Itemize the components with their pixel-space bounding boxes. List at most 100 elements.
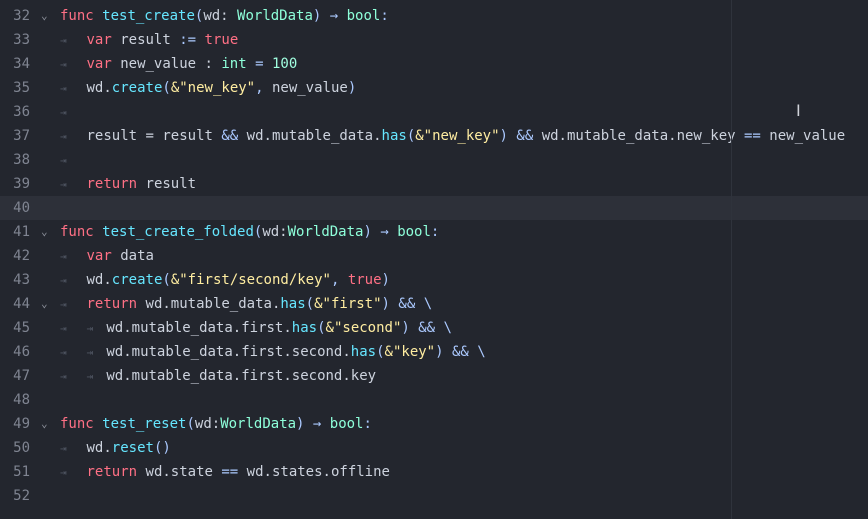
code-text: ⇥ ⇥ wd.mutable_data.first.second.key	[60, 364, 376, 389]
code-token: :	[380, 8, 389, 24]
code-token: =	[246, 56, 272, 72]
code-text: func test_create_folded(wd:WorldData) → …	[60, 220, 439, 244]
code-line[interactable]: 43 ⇥ wd.create(&"first/second/key", true)	[0, 268, 868, 292]
line-number: 52	[13, 488, 30, 504]
line-number: 45	[13, 320, 30, 336]
code-line[interactable]: 32 ⌄ func test_create(wd: WorldData) → boo…	[0, 4, 868, 28]
code-token: (	[317, 320, 326, 336]
code-text: ⇥ result = result && wd.mutable_data.has…	[60, 124, 845, 149]
code-token: true	[204, 32, 239, 48]
code-token: result = result	[86, 128, 222, 144]
code-line[interactable]: 36 ⇥	[0, 100, 868, 124]
fold-chevron-icon[interactable]: ⌄	[41, 4, 53, 28]
code-line[interactable]: 45 ⇥ ⇥ wd.mutable_data.first.has(&"second…	[0, 316, 868, 340]
fold-chevron-icon[interactable]: ⌄	[41, 292, 53, 316]
line-number: 50	[13, 440, 30, 456]
line-number: 43	[13, 272, 30, 288]
code-token: ) && \	[381, 296, 433, 312]
code-token: wd.	[86, 272, 112, 288]
code-token: ,	[330, 272, 348, 288]
indent-marker-icon: ⇥	[60, 466, 87, 479]
fold-chevron-icon[interactable]: ⌄	[41, 220, 53, 244]
code-text: func test_create(wd: WorldData) → bool:	[60, 4, 389, 28]
code-token: (	[162, 80, 171, 96]
line-number: 38	[13, 152, 30, 168]
line-number: 41	[13, 224, 30, 240]
code-token: (	[186, 416, 195, 432]
code-line[interactable]: 52	[0, 484, 868, 508]
code-line[interactable]: 50 ⇥ wd.reset()	[0, 436, 868, 460]
code-line[interactable]: 48	[0, 388, 868, 412]
code-line[interactable]: 33 ⇥ var result := true	[0, 28, 868, 52]
code-text: ⇥ ⇥ wd.mutable_data.first.has(&"second")…	[60, 316, 452, 341]
code-token: (	[406, 128, 416, 144]
code-text: ⇥ ⇥ wd.mutable_data.first.second.has(&"k…	[60, 340, 486, 365]
code-token: new_value	[271, 80, 348, 96]
code-token: return	[86, 176, 146, 192]
code-token: reset	[111, 440, 154, 456]
text-cursor-icon: I	[796, 101, 801, 120]
code-token: wd.mutable_data.new_key	[541, 128, 744, 144]
code-line[interactable]: 37 ⇥ result = result && wd.mutable_data.h…	[0, 124, 868, 148]
line-number: 33	[13, 32, 30, 48]
code-line[interactable]: 38 ⇥	[0, 148, 868, 172]
code-text: func test_reset(wd:WorldData) → bool:	[60, 412, 372, 436]
code-token: result	[120, 32, 180, 48]
code-token: &"new_key"	[170, 80, 256, 96]
code-line[interactable]: 44 ⌄ ⇥ return wd.mutable_data.has(&"first"…	[0, 292, 868, 316]
line-number: 40	[13, 200, 30, 216]
code-line[interactable]: 47 ⇥ ⇥ wd.mutable_data.first.second.key	[0, 364, 868, 388]
line-number: 34	[13, 56, 30, 72]
fold-chevron-icon[interactable]: ⌄	[41, 412, 53, 436]
code-token: WorldData	[220, 416, 297, 432]
line-number: 35	[13, 80, 30, 96]
code-editor[interactable]: 32 ⌄ func test_create(wd: WorldData) → boo…	[0, 4, 868, 508]
code-token: ==	[744, 128, 770, 144]
code-token: :	[430, 224, 440, 240]
code-token: create	[111, 80, 163, 96]
code-token: has	[350, 344, 377, 360]
line-number: 44	[13, 296, 30, 312]
code-token: int	[221, 56, 247, 72]
indent-marker-icon: ⇥	[60, 34, 87, 47]
code-line[interactable]: 39 ⇥ return result	[0, 172, 868, 196]
code-line[interactable]: 46 ⇥ ⇥ wd.mutable_data.first.second.has(&…	[0, 340, 868, 364]
code-token: wd:	[194, 416, 221, 432]
code-token: &"key"	[384, 344, 436, 360]
line-length-guide	[731, 0, 732, 519]
code-token: new_value	[769, 128, 846, 144]
code-text: ⇥ wd.reset()	[60, 436, 171, 461]
code-line[interactable]: 49 ⌄ func test_reset(wd:WorldData) → bool:	[0, 412, 868, 436]
code-text: ⇥ return wd.state == wd.states.offline	[60, 460, 390, 485]
line-number: 37	[13, 128, 30, 144]
code-token: wd.mutable_data.	[246, 128, 382, 144]
code-token: ) →	[312, 8, 347, 24]
code-line[interactable]: 51 ⇥ return wd.state == wd.states.offline	[0, 460, 868, 484]
code-line[interactable]: 42 ⇥ var data	[0, 244, 868, 268]
code-token: data	[120, 248, 154, 264]
indent-marker-icon: ⇥	[60, 442, 87, 455]
code-token: &"first/second/key"	[170, 272, 331, 288]
code-token: has	[280, 296, 306, 312]
code-token: ) && \	[435, 344, 486, 360]
code-token: (	[305, 296, 315, 312]
indent-marker-icon: ⇥ ⇥	[60, 346, 107, 359]
code-text: ⇥ var new_value : int = 100	[60, 52, 297, 77]
indent-marker-icon: ⇥	[60, 274, 87, 287]
code-line[interactable]: 41 ⌄ func test_create_folded(wd:WorldData)…	[0, 220, 868, 244]
code-token: wd.	[86, 440, 112, 456]
indent-marker-icon: ⇥	[60, 178, 87, 191]
code-line[interactable]: 35 ⇥ wd.create(&"new_key", new_value)	[0, 76, 868, 100]
line-number: 36	[13, 104, 30, 120]
code-line[interactable]: 40	[0, 196, 868, 220]
indent-marker-icon: ⇥	[60, 106, 67, 119]
line-number: 51	[13, 464, 30, 480]
indent-marker-icon: ⇥ ⇥	[60, 322, 107, 335]
indent-marker-icon: ⇥	[60, 250, 87, 263]
code-token: bool	[346, 8, 381, 24]
code-token: new_value :	[120, 56, 222, 72]
code-token: wd.states.offline	[246, 464, 390, 480]
code-token: 100	[271, 56, 298, 72]
line-number: 47	[13, 368, 30, 384]
code-line[interactable]: 34 ⇥ var new_value : int = 100	[0, 52, 868, 76]
